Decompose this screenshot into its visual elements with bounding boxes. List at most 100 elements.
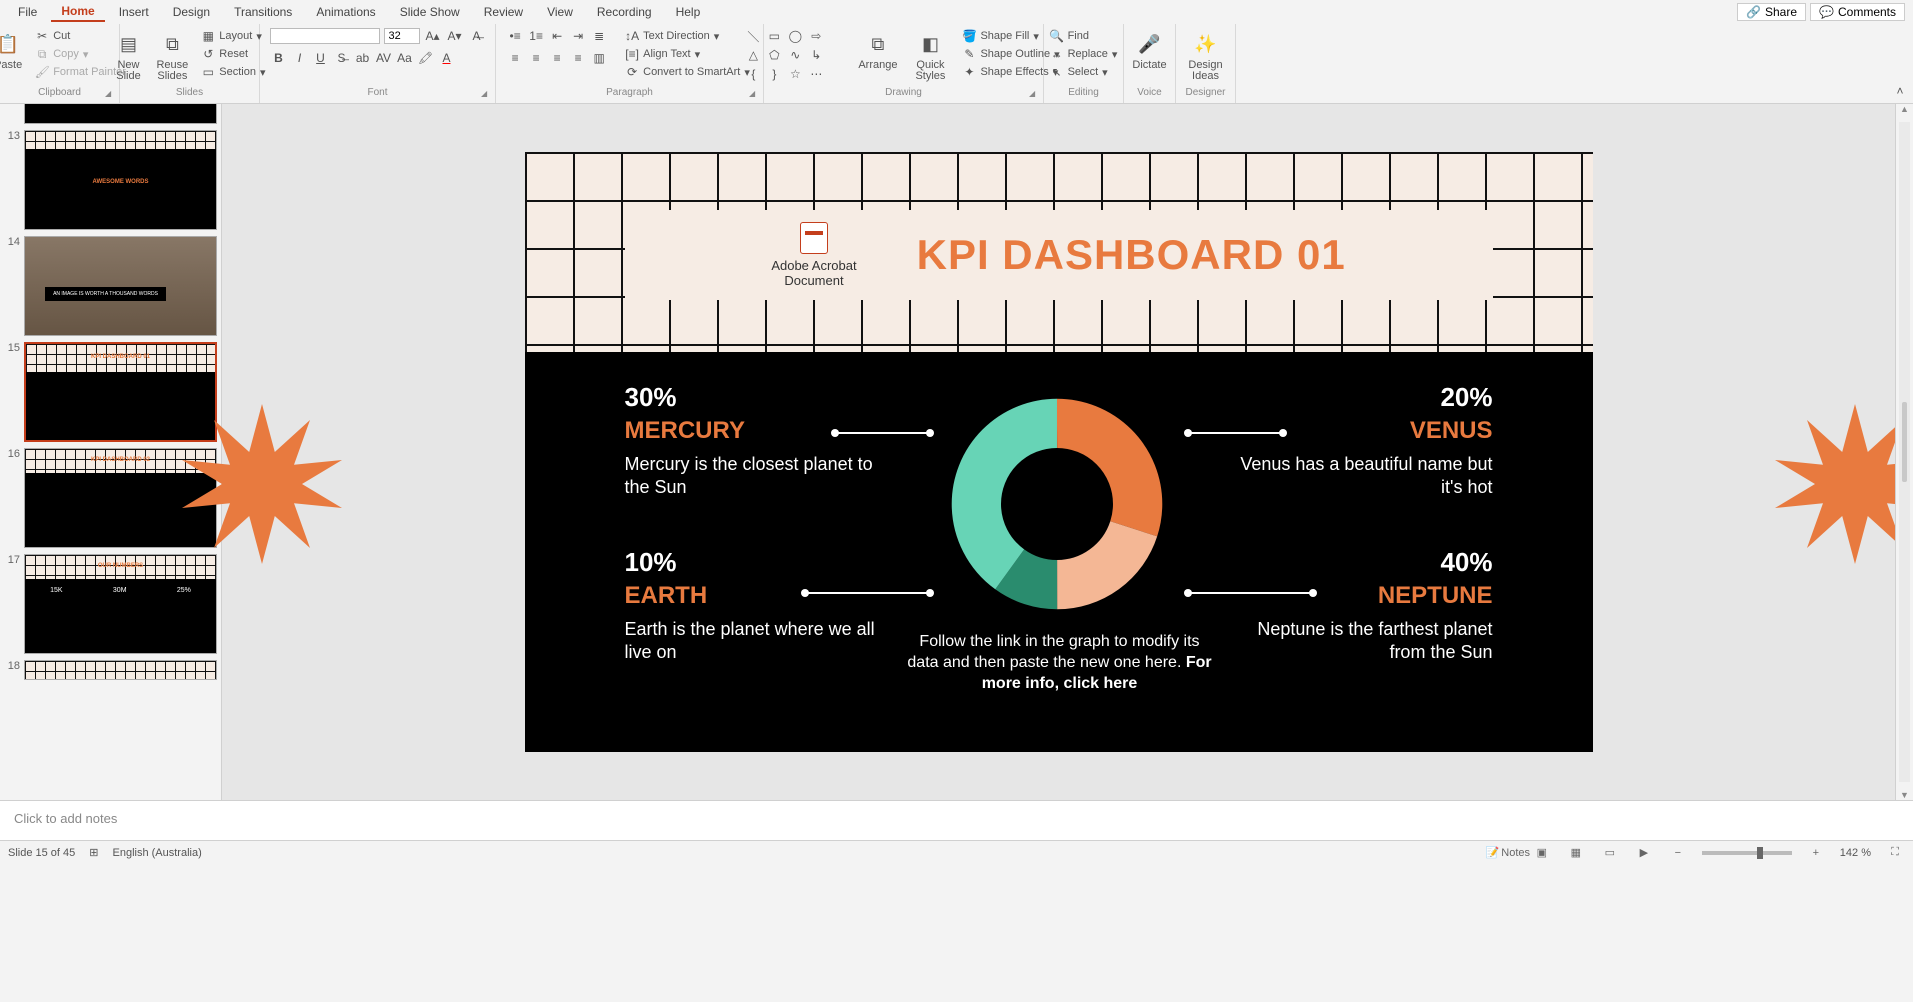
align-text-button[interactable]: [≡]Align Text ▾ [622,46,753,62]
bold-icon[interactable]: B [270,50,288,66]
shape-curve-icon[interactable]: ∿ [786,47,804,63]
menu-slideshow[interactable]: Slide Show [390,3,470,21]
normal-view-icon[interactable]: ▣ [1532,845,1552,861]
change-case-icon[interactable]: Aa [396,50,414,66]
zoom-slider[interactable] [1702,851,1792,855]
clear-format-icon[interactable]: A̶ [468,28,486,44]
new-slide-button[interactable]: ▤New Slide [110,28,146,84]
font-launcher-icon[interactable]: ◢ [481,89,493,101]
align-left-icon[interactable]: ≡ [506,50,524,66]
design-ideas-button[interactable]: ✨Design Ideas [1184,28,1226,84]
zoom-handle[interactable] [1757,847,1763,859]
decrease-font-icon[interactable]: A▾ [446,28,464,44]
zoom-out-icon[interactable]: − [1668,845,1688,861]
scroll-down-icon[interactable]: ▼ [1896,790,1913,800]
line-spacing-icon[interactable]: ≣ [590,28,608,44]
shape-poly-icon[interactable]: ⬠ [765,47,783,63]
chart-caption[interactable]: Follow the link in the graph to modify i… [905,632,1215,694]
shape-brace2-icon[interactable]: } [765,66,783,82]
menu-animations[interactable]: Animations [306,3,385,21]
menu-design[interactable]: Design [163,3,220,21]
zoom-level[interactable]: 142 % [1840,847,1871,859]
menu-home[interactable]: Home [51,2,104,22]
increase-font-icon[interactable]: A▴ [424,28,442,44]
kpi-earth[interactable]: 10% EARTH Earth is the planet where we a… [625,547,885,665]
layout-button[interactable]: ▦Layout ▾ [198,28,268,44]
character-spacing-icon[interactable]: AV [375,50,393,66]
notes-pane[interactable]: Click to add notes [0,800,1913,840]
arrange-button[interactable]: ⧉Arrange [854,28,901,73]
fit-window-icon[interactable]: ⛶ [1885,845,1905,861]
shape-more-icon[interactable]: ⋯ [807,66,825,82]
scroll-up-icon[interactable]: ▲ [1896,104,1913,114]
strike-icon[interactable]: S̶ [333,50,351,66]
reset-button[interactable]: ↺Reset [198,46,268,62]
collapse-ribbon-icon[interactable]: ˄ [1891,83,1909,99]
sorter-view-icon[interactable]: ▦ [1566,845,1586,861]
shape-triangle-icon[interactable]: △ [744,47,762,63]
replace-button[interactable]: ↔Replace ▾ [1047,46,1121,62]
slide-thumb-14[interactable]: AN IMAGE IS WORTH A THOUSAND WORDS [24,236,217,336]
slide-canvas[interactable]: Adobe Acrobat Document KPI DASHBOARD 01 … [525,152,1593,752]
slide-title[interactable]: KPI DASHBOARD 01 [917,231,1346,279]
notes-toggle-button[interactable]: 📝Notes [1498,845,1518,861]
slide-thumb-13[interactable]: AWESOME WORDS [24,130,217,230]
comments-button[interactable]: 💬 Comments [1810,3,1905,21]
menu-file[interactable]: File [8,3,47,21]
accessibility-icon[interactable]: ⊞ [89,846,98,859]
slide-thumb-18[interactable] [24,660,217,680]
share-button[interactable]: 🔗 Share [1737,3,1806,21]
paste-button[interactable]: 📋 Paste [0,28,26,73]
slide-editor[interactable]: Adobe Acrobat Document KPI DASHBOARD 01 … [222,104,1895,800]
shape-star-icon[interactable]: ☆ [786,66,804,82]
shadow-icon[interactable]: ab [354,50,372,66]
drawing-launcher-icon[interactable]: ◢ [1029,89,1041,101]
align-center-icon[interactable]: ≡ [527,50,545,66]
shape-rect-icon[interactable]: ▭ [765,28,783,44]
font-size-input[interactable] [384,28,420,44]
menu-recording[interactable]: Recording [587,3,662,21]
shape-oval-icon[interactable]: ◯ [786,28,804,44]
embedded-pdf-object[interactable]: Adobe Acrobat Document [771,222,856,288]
find-button[interactable]: 🔍Find [1047,28,1121,44]
vertical-scrollbar[interactable]: ▲ ▼ [1895,104,1913,800]
reading-view-icon[interactable]: ▭ [1600,845,1620,861]
section-button[interactable]: ▭Section ▾ [198,64,268,80]
menu-review[interactable]: Review [474,3,533,21]
font-color-icon[interactable]: A [438,50,456,66]
underline-icon[interactable]: U [312,50,330,66]
kpi-mercury[interactable]: 30% MERCURY Mercury is the closest plane… [625,382,885,500]
highlight-icon[interactable]: 🖍 [417,50,435,66]
slideshow-view-icon[interactable]: ▶ [1634,845,1654,861]
slide-thumb-17[interactable]: OUR NUMBERS15K30M25% [24,554,217,654]
align-right-icon[interactable]: ≡ [548,50,566,66]
menu-insert[interactable]: Insert [109,3,159,21]
shape-arrow-icon[interactable]: ⇨ [807,28,825,44]
clipboard-launcher-icon[interactable]: ◢ [105,89,117,101]
menu-transitions[interactable]: Transitions [224,3,302,21]
decrease-indent-icon[interactable]: ⇤ [548,28,566,44]
quick-styles-button[interactable]: ◧Quick Styles [911,28,949,84]
kpi-venus[interactable]: 20% VENUS Venus has a beautiful name but… [1233,382,1493,500]
convert-smartart-button[interactable]: ⟳Convert to SmartArt ▾ [622,64,753,80]
kpi-neptune[interactable]: 40% NEPTUNE Neptune is the farthest plan… [1233,547,1493,665]
shape-connector-icon[interactable]: ↳ [807,47,825,63]
dictate-button[interactable]: 🎤Dictate [1128,28,1170,73]
numbering-icon[interactable]: 1≡ [527,28,545,44]
select-button[interactable]: ↖Select ▾ [1047,64,1121,80]
font-name-input[interactable] [270,28,380,44]
justify-icon[interactable]: ≡ [569,50,587,66]
menu-view[interactable]: View [537,3,583,21]
slide-thumb-12[interactable] [24,104,217,124]
shape-brace-icon[interactable]: { [744,66,762,82]
menu-help[interactable]: Help [666,3,711,21]
zoom-in-icon[interactable]: + [1806,845,1826,861]
scroll-track[interactable] [1899,122,1910,782]
shape-line-icon[interactable]: ＼ [744,28,762,44]
reuse-slides-button[interactable]: ⧉Reuse Slides [152,28,192,84]
shapes-gallery[interactable]: ＼ ▭ ◯ ⇨ △ ⬠ ∿ ↳ { } ☆ ⋯ [744,28,844,82]
bullets-icon[interactable]: •≡ [506,28,524,44]
paragraph-launcher-icon[interactable]: ◢ [749,89,761,101]
language-indicator[interactable]: English (Australia) [113,847,202,859]
scroll-thumb[interactable] [1902,402,1907,482]
